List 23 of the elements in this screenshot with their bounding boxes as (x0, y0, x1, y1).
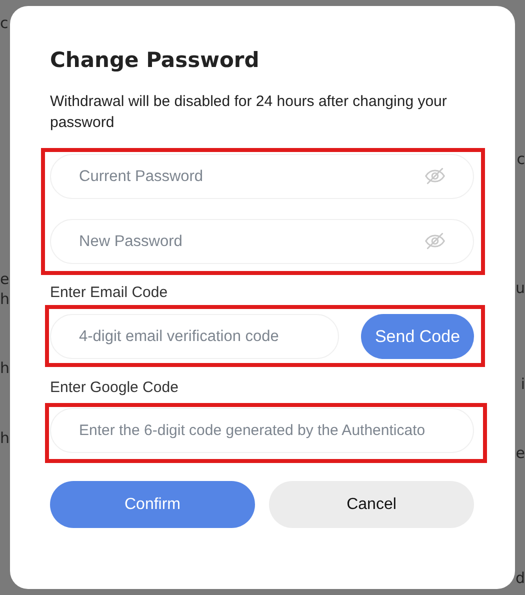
background-text: i (520, 375, 525, 393)
field-label: Enter Email Code (50, 284, 168, 302)
background-text: e (0, 270, 10, 288)
background-text: e (516, 444, 525, 462)
notice-text: Withdrawal will be disabled for 24 hours after changing your password (50, 92, 448, 133)
eye-slash-icon[interactable] (424, 165, 446, 187)
background-text: h (0, 429, 10, 447)
confirm-button[interactable]: Confirm (50, 481, 255, 528)
background-text: d (515, 569, 525, 587)
input-field[interactable]: Enter the 6-digit code generated by the Authenticato (50, 408, 474, 453)
input-field[interactable]: Current Password (50, 154, 474, 199)
cancel-button[interactable]: Cancel (269, 481, 474, 528)
send-code-button[interactable]: Send Code (361, 314, 474, 359)
field-label: Enter Google Code (50, 379, 178, 397)
background-text: c (0, 14, 8, 32)
eye-slash-icon[interactable] (424, 230, 446, 252)
background-text: h (0, 290, 10, 308)
background-text: h (0, 359, 10, 377)
dialog-title: Change Password (50, 47, 260, 74)
input-field[interactable]: New Password (50, 219, 474, 264)
background-text: u (515, 279, 525, 297)
input-field[interactable]: 4-digit email verification code (50, 314, 339, 359)
background-text: c (516, 150, 525, 168)
